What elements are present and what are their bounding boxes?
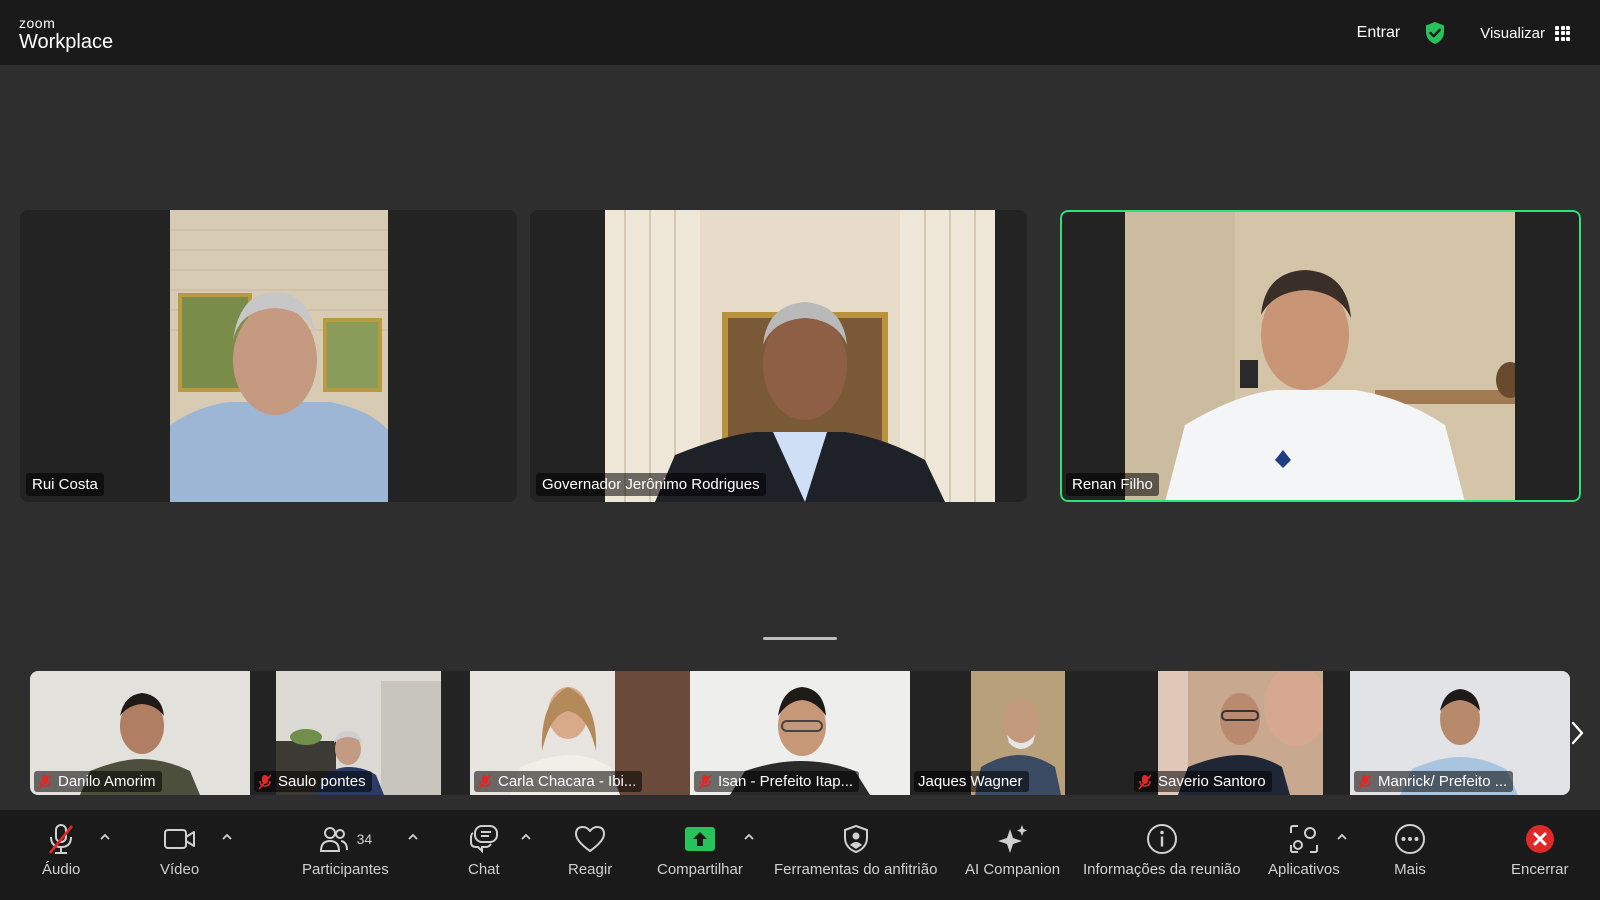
share-label: Compartilhar [657, 861, 743, 878]
chat-label: Chat [468, 861, 500, 878]
participants-options-caret-icon[interactable] [407, 832, 419, 842]
host-tools-button[interactable]: Ferramentas do anfitrião [774, 822, 937, 878]
more-button[interactable]: Mais [1394, 822, 1426, 878]
video-frame-image [605, 210, 995, 502]
gallery-name-tag: Manrick/ Prefeito ... [1354, 771, 1514, 792]
participant-video [170, 210, 388, 502]
audio-options-caret-icon[interactable] [99, 832, 111, 842]
react-label: Reagir [568, 861, 613, 878]
zoom-logo: zoom Workplace [19, 16, 113, 52]
participant-name: Danilo Amorim [58, 773, 156, 790]
gallery-tile[interactable]: Saulo pontes [250, 671, 470, 795]
mic-muted-icon [49, 824, 74, 854]
video-camera-icon [163, 829, 195, 849]
gallery-name-tag: Jaques Wagner [914, 771, 1029, 792]
heart-icon [575, 826, 606, 852]
apps-icon [1289, 825, 1318, 853]
participants-count: 34 [356, 831, 373, 847]
gallery-name-tag: Saverio Santoro [1134, 771, 1272, 792]
chevron-right-icon[interactable] [1568, 715, 1588, 751]
gallery-name-tag: Carla Chacara - Ibi... [474, 771, 643, 792]
gallery-name-tag: Saulo pontes [254, 771, 372, 792]
ai-companion-label: AI Companion [965, 861, 1061, 878]
view-button[interactable]: Visualizar [1480, 25, 1545, 42]
participant-name: Carla Chacara - Ibi... [498, 773, 637, 790]
participant-name: Isan - Prefeito Itap... [718, 773, 854, 790]
gallery-tile[interactable]: Saverio Santoro [1130, 671, 1350, 795]
video-frame-image [170, 210, 388, 502]
mic-muted-icon [698, 773, 712, 790]
gallery-tile[interactable]: Danilo Amorim [30, 671, 250, 795]
mic-muted-icon [258, 773, 272, 790]
gallery-tile[interactable]: Jaques Wagner [910, 671, 1130, 795]
meeting-info-button[interactable]: Informações da reunião [1083, 822, 1241, 878]
grid-view-icon[interactable] [1555, 25, 1570, 41]
main-video-tile-2[interactable]: Governador Jerônimo Rodrigues [530, 210, 1027, 502]
logo-line-2: Workplace [19, 31, 114, 53]
resize-divider-handle[interactable] [763, 637, 837, 640]
top-right-controls: Entrar Visualizar [1357, 18, 1570, 48]
video-button[interactable]: Vídeo [160, 822, 199, 878]
ai-companion-button[interactable]: AI Companion [965, 822, 1060, 878]
chat-button[interactable]: Chat [468, 822, 500, 878]
info-icon [1146, 824, 1177, 854]
gallery-strip: Danilo Amorim Saulo pontes Carla Chacara… [30, 671, 1570, 795]
participants-icon [319, 827, 348, 852]
share-screen-icon [684, 827, 715, 851]
mic-muted-icon [1358, 773, 1372, 790]
meeting-toolbar: Áudio Vídeo 34 Participantes Chat Reagir… [0, 810, 1600, 900]
top-bar: zoom Workplace Entrar Visualizar [0, 0, 1600, 65]
meeting-info-label: Informações da reunião [1083, 861, 1241, 878]
apps-button[interactable]: Aplicativos [1268, 822, 1340, 878]
gallery-tile[interactable]: Manrick/ Prefeito ... [1350, 671, 1570, 795]
video-frame-image [1125, 210, 1515, 502]
host-tools-label: Ferramentas do anfitrião [774, 861, 938, 878]
main-video-tile-1[interactable]: Rui Costa [20, 210, 517, 502]
share-options-caret-icon[interactable] [743, 832, 755, 842]
participant-name: Manrick/ Prefeito ... [1378, 773, 1508, 790]
meeting-stage: Rui Costa Governador Jerônimo Rodrigues [0, 65, 1600, 810]
participants-button[interactable]: 34 Participantes [302, 822, 389, 878]
participant-video [605, 210, 995, 502]
audio-button[interactable]: Áudio [42, 822, 80, 878]
video-options-caret-icon[interactable] [221, 832, 233, 842]
participant-name: Jaques Wagner [918, 773, 1023, 790]
participant-name-tag: Rui Costa [26, 473, 104, 496]
close-icon [1525, 825, 1554, 853]
participant-name-tag: Renan Filho [1066, 473, 1159, 496]
security-shield-icon[interactable] [1424, 21, 1446, 45]
chat-bubble-icon [469, 825, 498, 854]
logo-line-1: zoom [19, 15, 56, 31]
apps-label: Aplicativos [1268, 861, 1340, 878]
more-label: Mais [1394, 861, 1426, 878]
join-button[interactable]: Entrar [1357, 24, 1401, 42]
gallery-tile[interactable]: Carla Chacara - Ibi... [470, 671, 690, 795]
chat-options-caret-icon[interactable] [520, 832, 532, 842]
host-shield-icon [843, 824, 868, 854]
share-screen-button[interactable]: Compartilhar [657, 822, 743, 878]
gallery-name-tag: Isan - Prefeito Itap... [694, 771, 860, 792]
mic-muted-icon [478, 773, 492, 790]
participant-name-tag: Governador Jerônimo Rodrigues [536, 473, 766, 496]
apps-options-caret-icon[interactable] [1336, 832, 1348, 842]
end-meeting-button[interactable]: Encerrar [1511, 822, 1569, 878]
main-video-tile-3-active-speaker[interactable]: Renan Filho [1060, 210, 1581, 502]
participant-name: Saulo pontes [278, 773, 366, 790]
react-button[interactable]: Reagir [568, 822, 612, 878]
gallery-name-tag: Danilo Amorim [34, 771, 162, 792]
sparkle-icon [997, 825, 1027, 853]
mic-muted-icon [38, 773, 52, 790]
mic-muted-icon [1138, 773, 1152, 790]
gallery-tile[interactable]: Isan - Prefeito Itap... [690, 671, 910, 795]
participant-video [1125, 210, 1515, 502]
audio-label: Áudio [42, 861, 81, 878]
more-dots-icon [1395, 824, 1425, 854]
participants-label: Participantes [302, 861, 389, 878]
end-label: Encerrar [1511, 861, 1569, 878]
participant-name: Saverio Santoro [1158, 773, 1266, 790]
video-label: Vídeo [160, 861, 200, 878]
